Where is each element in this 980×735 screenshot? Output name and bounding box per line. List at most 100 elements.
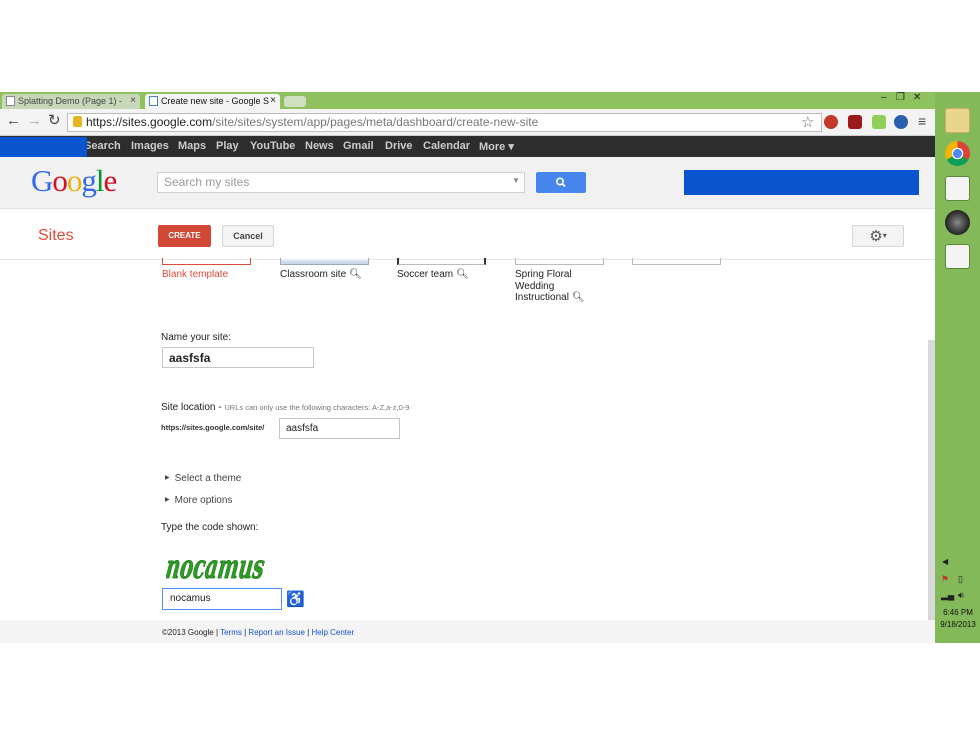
report-issue-link[interactable]: Report an Issue: [248, 628, 304, 637]
gbar-calendar[interactable]: Calendar: [423, 140, 470, 152]
globe-extension-icon[interactable]: [894, 115, 908, 129]
gbar-images[interactable]: Images: [131, 140, 169, 152]
tray-expand-icon[interactable]: ◀: [942, 557, 948, 566]
sites-toolbar: [0, 210, 935, 260]
triangle-right-icon: ▶: [165, 497, 170, 503]
tab-label: Create new site - Google S: [161, 96, 270, 106]
preview-search-icon[interactable]: 🔍︎: [349, 269, 362, 280]
template-thumbnail-more[interactable]: [632, 258, 721, 265]
template-wedding[interactable]: Spring Floral Wedding Instructional 🔍︎: [515, 269, 585, 304]
chevron-down-icon[interactable]: ▼: [512, 176, 520, 185]
gbar-news[interactable]: News: [305, 140, 334, 152]
gbar-play[interactable]: Play: [216, 140, 239, 152]
tab-label: Splatting Demo (Page 1) -: [18, 96, 123, 106]
menu-icon[interactable]: ≡: [918, 113, 926, 129]
page-icon: [6, 96, 15, 106]
captcha-image: nocamus: [163, 540, 272, 587]
site-name-input[interactable]: aasfsfa: [162, 347, 314, 368]
scrollbar[interactable]: [928, 340, 935, 620]
tab-create-new-site[interactable]: Create new site - Google S ×: [145, 94, 280, 109]
select-theme-label: Select a theme: [174, 473, 242, 484]
chevron-down-icon: ▾: [882, 231, 887, 240]
accessibility-icon[interactable]: ♿: [286, 590, 305, 608]
name-label: Name your site:: [161, 332, 232, 343]
template-thumbnail-wedding[interactable]: [515, 258, 604, 265]
sites-favicon-icon: [149, 96, 158, 106]
battery-icon[interactable]: ▯: [958, 574, 963, 585]
tab-splatting-demo[interactable]: Splatting Demo (Page 1) - ×: [2, 94, 140, 109]
preview-search-icon[interactable]: 🔍︎: [456, 269, 469, 280]
search-icon: [555, 177, 566, 188]
template-label: Soccer team: [397, 269, 454, 280]
template-thumbnail-blank[interactable]: [162, 258, 251, 265]
gear-icon: ⚙: [869, 228, 883, 245]
template-label: Spring Floral Wedding Instructional: [515, 269, 572, 303]
settings-button[interactable]: ⚙▾: [852, 225, 904, 247]
site-location-input[interactable]: aasfsfa: [279, 418, 400, 439]
preview-search-icon[interactable]: 🔍︎: [572, 292, 585, 303]
minimize-button[interactable]: –: [881, 92, 887, 103]
redacted-area: [684, 170, 919, 195]
google-logo[interactable]: Google: [31, 163, 117, 199]
close-window-button[interactable]: ✕: [913, 92, 921, 103]
reload-icon[interactable]: ↻: [48, 113, 61, 129]
more-options-label: More options: [174, 495, 233, 506]
template-label: Classroom site: [280, 269, 347, 280]
gbar-youtube[interactable]: YouTube: [250, 140, 295, 152]
footer-links: ©2013 Google | Terms | Report an Issue |…: [162, 628, 355, 637]
tab-strip: [0, 92, 935, 109]
app-window-icon[interactable]: [945, 244, 970, 269]
help-center-link[interactable]: Help Center: [311, 628, 354, 637]
url-text[interactable]: https://sites.google.com/site/sites/syst…: [86, 115, 538, 129]
location-heading: Site location - URLs can only use the fo…: [161, 402, 409, 413]
volume-icon[interactable]: 🔊︎: [958, 590, 964, 601]
network-icon[interactable]: ▂▄: [941, 590, 954, 601]
template-thumbnail-classroom[interactable]: [280, 258, 369, 265]
gbar-maps[interactable]: Maps: [178, 140, 206, 152]
restore-button[interactable]: ❐: [896, 92, 905, 103]
search-placeholder: Search my sites: [164, 175, 250, 189]
file-explorer-icon[interactable]: [945, 108, 970, 133]
gbar-drive[interactable]: Drive: [385, 140, 413, 152]
captcha-label: Type the code shown:: [161, 522, 259, 533]
tab-close-icon[interactable]: ×: [130, 94, 136, 108]
page-title[interactable]: Sites: [38, 227, 74, 245]
terms-link[interactable]: Terms: [220, 628, 242, 637]
create-button[interactable]: CREATE: [158, 225, 211, 247]
clock-date[interactable]: 9/18/2013: [936, 620, 980, 629]
triangle-right-icon: ▶: [165, 475, 170, 481]
gbar-gmail[interactable]: Gmail: [343, 140, 374, 152]
new-tab-button[interactable]: [284, 96, 306, 107]
flag-icon[interactable]: ⚑: [941, 574, 949, 585]
app-sphere-icon[interactable]: [945, 210, 970, 235]
gbar-more[interactable]: More ▾: [479, 140, 514, 153]
footer: [0, 620, 935, 643]
tab-close-icon[interactable]: ×: [270, 94, 276, 108]
search-button[interactable]: [536, 172, 586, 193]
extension-icon[interactable]: [848, 115, 862, 129]
back-icon[interactable]: ←: [6, 113, 21, 129]
bookmark-star-icon[interactable]: ☆: [801, 113, 814, 131]
template-classroom[interactable]: Classroom site 🔍︎: [280, 269, 362, 281]
template-thumbnail-soccer[interactable]: [397, 258, 486, 265]
template-soccer[interactable]: Soccer team 🔍︎: [397, 269, 469, 281]
chrome-icon[interactable]: [945, 141, 970, 166]
extension-icon[interactable]: [872, 115, 886, 129]
gbar-search[interactable]: Search: [84, 140, 121, 152]
app-window-icon[interactable]: [945, 176, 970, 201]
lock-icon: [73, 116, 82, 127]
location-label: Site location -: [161, 402, 222, 413]
url-host: https://sites.google.com: [86, 115, 213, 129]
clock-time[interactable]: 6:46 PM: [936, 608, 980, 617]
cancel-button[interactable]: Cancel: [222, 225, 274, 247]
location-hint: URLs can only use the following characte…: [224, 403, 410, 412]
template-blank-label[interactable]: Blank template: [162, 269, 228, 281]
url-path: /site/sites/system/app/pages/meta/dashbo…: [212, 115, 539, 129]
select-theme-toggle[interactable]: ▶ Select a theme: [165, 473, 241, 484]
copyright: ©2013 Google: [162, 628, 214, 637]
captcha-input[interactable]: nocamus: [162, 588, 282, 610]
more-options-toggle[interactable]: ▶ More options: [165, 495, 232, 506]
opera-extension-icon[interactable]: [824, 115, 838, 129]
location-prefix: https://sites.google.com/site/: [161, 423, 265, 432]
forward-icon[interactable]: →: [27, 113, 42, 129]
